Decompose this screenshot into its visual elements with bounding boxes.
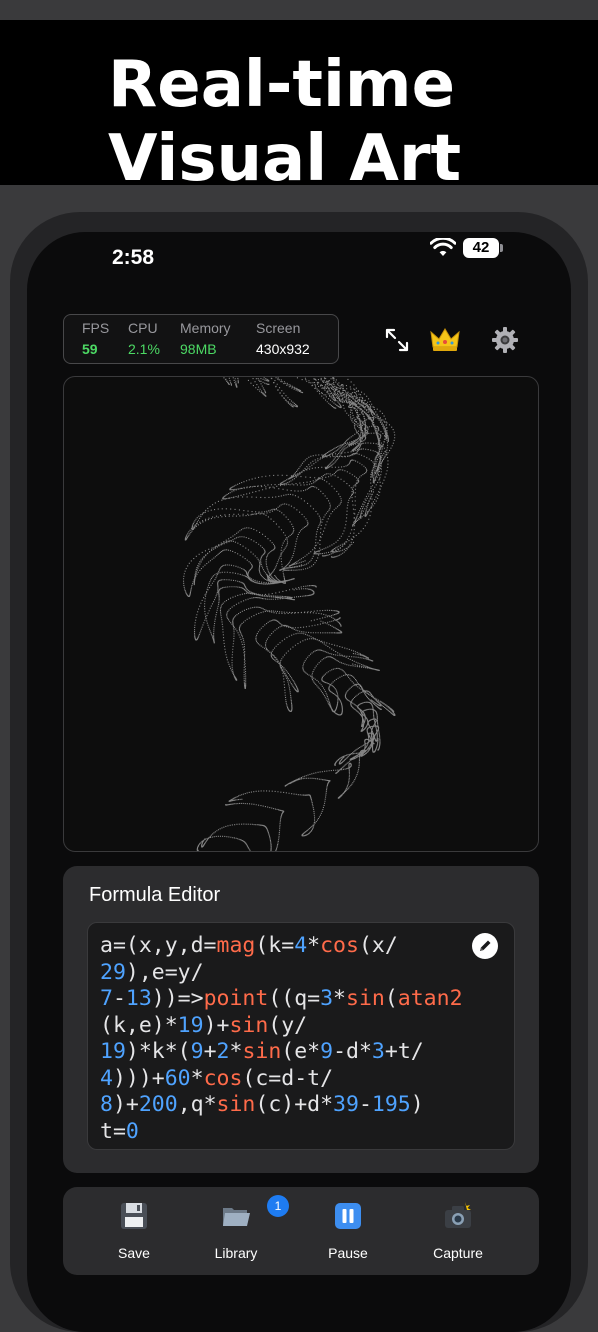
floppy-disk-icon [121, 1203, 147, 1229]
art-canvas[interactable] [63, 376, 539, 852]
art-points [183, 377, 396, 851]
edit-formula-button[interactable] [472, 933, 498, 959]
stat-value: 2.1% [128, 341, 160, 357]
folder-icon [223, 1208, 250, 1226]
performance-stats: FPS 59 CPU 2.1% Memory 98MB Screen 430x9… [63, 314, 339, 364]
stat-label: CPU [128, 320, 158, 336]
banner-title-line1: Real-time [108, 48, 455, 122]
stat-value: 98MB [180, 341, 217, 357]
stat-label: Memory [180, 320, 231, 336]
stat-label: Screen [256, 320, 301, 336]
stat-value: 59 [82, 341, 98, 357]
phone-screen: 2:58 42 FPS 59 CPU 2.1% Memory 98MB Scre… [27, 232, 571, 1332]
stat-screen: Screen 430x932 [256, 320, 310, 357]
toolbar-label: Save [118, 1245, 150, 1261]
pause-icon [335, 1203, 361, 1229]
status-time: 2:58 [112, 246, 155, 269]
save-button[interactable]: Save [89, 1201, 179, 1261]
generative-art [183, 377, 396, 851]
settings-button[interactable] [489, 324, 521, 356]
formula-editor: Formula Editor a=(x,y,d=mag(k=4*cos(x/ 2… [63, 866, 539, 1173]
formula-input[interactable]: a=(x,y,d=mag(k=4*cos(x/ 29),e=y/ 7-13))=… [87, 922, 515, 1150]
editor-title: Formula Editor [89, 884, 221, 906]
formula-code[interactable]: a=(x,y,d=mag(k=4*cos(x/ 29),e=y/ 7-13))=… [100, 933, 500, 1145]
toolbar-label: Library [214, 1245, 258, 1261]
stat-cpu: CPU 2.1% [128, 320, 160, 357]
pause-button[interactable]: Pause [303, 1201, 393, 1261]
gear-icon [492, 327, 518, 353]
promo-banner: Real-time Visual Art [0, 20, 598, 196]
pencil-icon [480, 940, 491, 951]
battery-icon: 42 [463, 238, 503, 258]
banner-title-line2: Visual Art [108, 122, 462, 196]
stat-fps: FPS 59 [82, 320, 109, 357]
capture-button[interactable]: Capture [413, 1201, 503, 1261]
toolbar-label: Capture [433, 1245, 483, 1261]
fullscreen-button[interactable] [381, 324, 413, 356]
toolbar-label: Pause [328, 1245, 368, 1261]
wifi-icon [430, 238, 456, 256]
library-badge: 1 [267, 1195, 289, 1217]
premium-button[interactable] [429, 324, 461, 356]
fullscreen-icon [385, 328, 409, 352]
stat-label: FPS [82, 320, 110, 336]
crown-icon [430, 328, 460, 351]
bottom-toolbar: Save Library 1 Pause Capture [63, 1187, 539, 1275]
camera-icon [445, 1202, 471, 1228]
stat-memory: Memory 98MB [180, 320, 231, 357]
banner-title: Real-time Visual Art [108, 48, 568, 196]
stat-value: 430x932 [256, 341, 310, 357]
